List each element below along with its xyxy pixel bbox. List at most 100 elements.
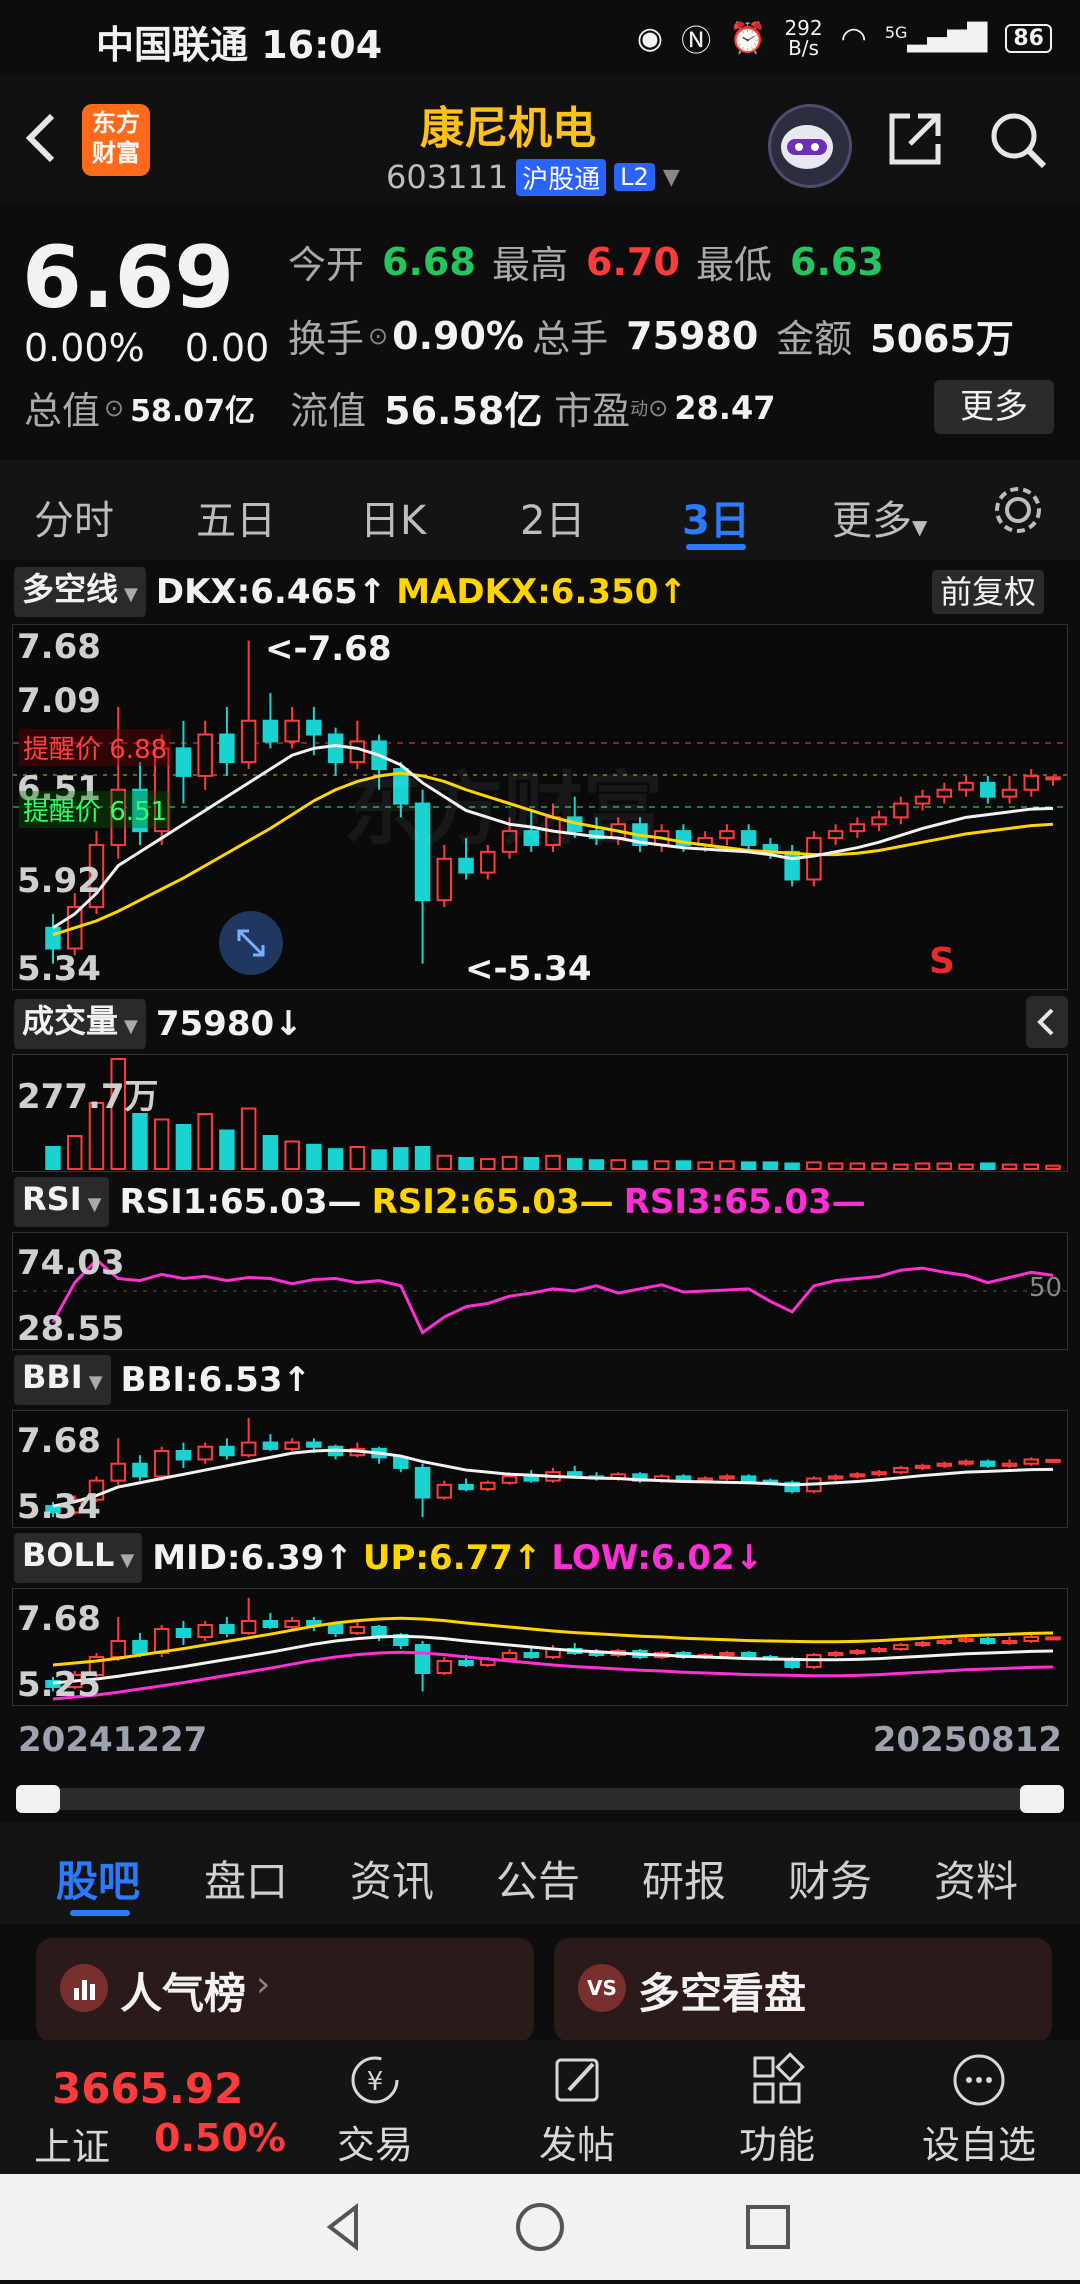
back-nav-icon[interactable]: [326, 2202, 358, 2252]
home-nav-icon[interactable]: [516, 2203, 564, 2251]
volume-bar: [153, 1118, 170, 1170]
volume-bar: [871, 1162, 887, 1170]
tab-intraday[interactable]: 分时: [34, 488, 114, 546]
nav-functions[interactable]: 功能: [702, 2050, 852, 2169]
main-candle: [827, 830, 844, 840]
main-candle: [284, 719, 300, 743]
boll-candle: [371, 1626, 387, 1636]
boll-candle: [849, 1650, 866, 1654]
volume-chart[interactable]: 277.7万: [12, 1054, 1068, 1172]
range-scrollbar[interactable]: [16, 1785, 1064, 1813]
change-row: 0.00% 0.00: [24, 326, 269, 370]
boll-candle: [958, 1638, 974, 1642]
rsi3-line: [51, 1257, 1054, 1335]
tab-order-book[interactable]: 盘口: [204, 1848, 288, 1909]
nav-add-watchlist[interactable]: 设自选: [904, 2050, 1054, 2169]
bbi-candle: [240, 1441, 257, 1457]
signal-icon: 5G▂▄▆█: [884, 23, 988, 53]
nav-post[interactable]: 发帖: [502, 2050, 652, 2169]
volume-bar: [675, 1160, 692, 1171]
market-tag: 沪股通: [516, 158, 607, 196]
range-handle-left[interactable]: [16, 1785, 60, 1813]
popularity-card[interactable]: 人气榜 ›: [36, 1938, 534, 2042]
bbi-candle: [719, 1475, 735, 1480]
chart-settings-button[interactable]: [990, 482, 1046, 548]
main-indicator-select[interactable]: 多空线 ▼: [14, 567, 146, 617]
volume-bars: [45, 1058, 1061, 1171]
nav-trade[interactable]: ¥ 交易: [300, 2050, 450, 2169]
low-value: 6.63: [790, 239, 884, 284]
main-candle: [849, 823, 866, 833]
main-chart[interactable]: 7.68 7.09 6.51 5.92 5.34 提醒价 6.88 提醒价 6.…: [12, 624, 1068, 990]
wifi-icon: ◠: [840, 20, 867, 56]
bbi-indicator-select[interactable]: BBI ▼: [14, 1355, 111, 1405]
boll-indicator-select[interactable]: BOLL ▼: [14, 1533, 143, 1583]
volume-bar: [632, 1160, 648, 1171]
battery-icon: 86: [1005, 23, 1052, 53]
info-icon[interactable]: ⊙: [368, 322, 388, 350]
boll-candle: [110, 1640, 126, 1658]
main-candle: [740, 830, 757, 846]
y-tick: 74.03: [17, 1243, 125, 1283]
market-cap-value: 58.07亿: [130, 393, 256, 429]
main-candle: [936, 788, 953, 798]
volume-bar: [371, 1149, 387, 1171]
assistant-avatar[interactable]: [768, 104, 852, 188]
feature-cards: 人气榜 › VS 多空看盘: [0, 1926, 1080, 2042]
rsi-header: RSI ▼ RSI1:65.03— RSI2:65.03— RSI3:65.03—: [0, 1176, 1080, 1228]
main-candle: [219, 733, 235, 764]
quote-label: 换手: [288, 317, 365, 361]
search-button[interactable]: [986, 108, 1050, 172]
boll-candles: [45, 1597, 1061, 1701]
fullscreen-button[interactable]: [219, 911, 283, 975]
tab-three-day[interactable]: 3日: [682, 488, 750, 546]
tab-financials[interactable]: 财务: [788, 1848, 872, 1909]
quote-label: 市盈: [554, 389, 631, 433]
y-tick: 277.7万: [17, 1077, 159, 1117]
alert-low-label[interactable]: 提醒价 6.51: [19, 791, 172, 828]
alert-high-label[interactable]: 提醒价 6.88: [19, 729, 172, 766]
bbi-candle: [501, 1475, 518, 1484]
range-handle-right[interactable]: [1020, 1785, 1064, 1813]
y-tick: 28.55: [17, 1309, 125, 1349]
info-icon[interactable]: ⊙: [104, 394, 124, 422]
bbi-candle: [849, 1473, 866, 1478]
more-quote-button[interactable]: 更多: [934, 380, 1054, 434]
back-button[interactable]: [22, 108, 66, 168]
tab-five-day[interactable]: 五日: [196, 488, 276, 546]
info-icon[interactable]: ⊙: [648, 394, 668, 422]
last-price: 6.69: [22, 228, 235, 328]
tab-announcements[interactable]: 公告: [496, 1848, 580, 1909]
boll-chart[interactable]: 7.68 5.25: [12, 1588, 1068, 1706]
volume-bar: [849, 1162, 866, 1170]
tab-news[interactable]: 资讯: [350, 1848, 434, 1909]
share-button[interactable]: [884, 108, 946, 170]
bbi-chart[interactable]: 7.68 5.34: [12, 1410, 1068, 1528]
amount-value: 5065万: [870, 317, 1014, 361]
quote-row-3: 总值 ⊙ 58.07亿 流值 56.58亿 市盈 动 ⊙ 28.47: [24, 380, 775, 435]
recents-nav-icon[interactable]: [746, 2205, 790, 2249]
adjust-button[interactable]: 前复权: [932, 570, 1045, 614]
boll-low-value: LOW:6.02↓: [551, 1538, 764, 1578]
tab-two-day[interactable]: 2日: [520, 488, 585, 546]
volume-indicator-select[interactable]: 成交量 ▼: [14, 999, 146, 1049]
stock-code-row[interactable]: 603111 沪股通 L2 ▼: [386, 158, 680, 196]
volume-bar: [480, 1158, 496, 1170]
tab-research[interactable]: 研报: [642, 1848, 726, 1909]
collapse-panel-button[interactable]: [1026, 996, 1068, 1048]
bbi-candle: [1045, 1458, 1061, 1463]
rsi-chart[interactable]: 74.03 28.55 50: [12, 1232, 1068, 1350]
tab-more[interactable]: 更多▼: [832, 488, 927, 546]
volume-bar: [219, 1129, 235, 1170]
index-value[interactable]: 3665.92: [52, 2064, 243, 2113]
main-candle: [436, 857, 453, 902]
quote-panel: 6.69 0.00% 0.00 今开 6.68 最高 6.70 最低 6.63 …: [0, 208, 1080, 456]
rsi-indicator-select[interactable]: RSI ▼: [14, 1177, 110, 1227]
boll-candle: [914, 1642, 931, 1646]
tab-day-k[interactable]: 日K: [360, 488, 426, 546]
tab-forum[interactable]: 股吧: [56, 1848, 140, 1909]
tab-profile[interactable]: 资料: [934, 1848, 1018, 1909]
volume-bar: [414, 1146, 431, 1170]
nav-label: 设自选: [921, 2123, 1036, 2167]
bull-bear-card[interactable]: VS 多空看盘: [554, 1938, 1052, 2042]
